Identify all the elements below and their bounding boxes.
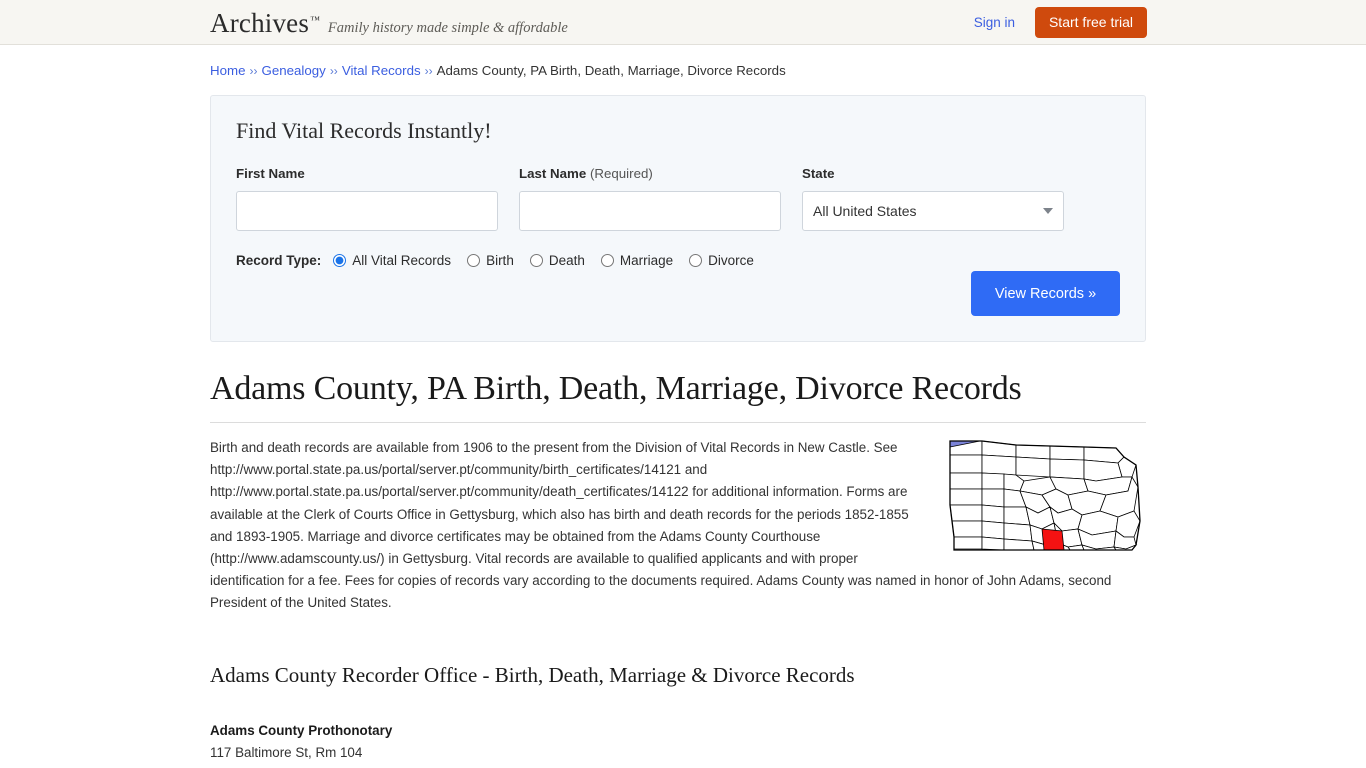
trademark-symbol: ™ bbox=[310, 15, 320, 26]
start-free-trial-button[interactable]: Start free trial bbox=[1034, 7, 1147, 38]
breadcrumb-item-vital-records[interactable]: Vital Records bbox=[342, 63, 421, 78]
record-type-radio-all[interactable] bbox=[333, 254, 347, 267]
state-select[interactable]: All United States bbox=[802, 191, 1064, 231]
description-block: Birth and death records are available fr… bbox=[210, 437, 1146, 615]
office-address-line2: Gettysburg, PA 17325 bbox=[210, 765, 1146, 768]
record-type-option-all[interactable]: All Vital Records bbox=[333, 253, 451, 268]
page-title: Adams County, PA Birth, Death, Marriage,… bbox=[210, 370, 1022, 407]
record-type-option-death-label: Death bbox=[548, 253, 585, 268]
brand-name: Archives bbox=[210, 8, 310, 38]
breadcrumb-separator: ›› bbox=[424, 64, 433, 78]
recorder-office-subheading: Adams County Recorder Office - Birth, De… bbox=[210, 662, 855, 687]
vital-records-search-panel: Find Vital Records Instantly! First Name… bbox=[210, 95, 1146, 342]
breadcrumb-separator: ›› bbox=[329, 64, 338, 78]
office-name: Adams County Prothonotary bbox=[210, 722, 393, 738]
breadcrumb-item-genealogy[interactable]: Genealogy bbox=[261, 63, 325, 78]
last-name-field-group: Last Name (Required) bbox=[519, 166, 781, 231]
record-type-option-marriage[interactable]: Marriage bbox=[600, 253, 674, 268]
header-actions: Sign in Start free trial bbox=[974, 0, 1147, 45]
breadcrumb-item-home[interactable]: Home bbox=[210, 63, 245, 78]
record-type-option-death[interactable]: Death bbox=[529, 253, 585, 268]
record-type-option-marriage-label: Marriage bbox=[619, 253, 674, 268]
last-name-label-text: Last Name bbox=[519, 166, 587, 181]
search-panel-title: Find Vital Records Instantly! bbox=[236, 118, 492, 143]
record-type-option-divorce-label: Divorce bbox=[708, 253, 754, 268]
breadcrumb-item-current: Adams County, PA Birth, Death, Marriage,… bbox=[436, 63, 786, 78]
first-name-label: First Name bbox=[236, 166, 305, 181]
last-name-label: Last Name (Required) bbox=[519, 166, 781, 181]
last-name-input[interactable] bbox=[519, 191, 781, 231]
title-divider bbox=[210, 422, 1146, 423]
first-name-input[interactable] bbox=[236, 191, 498, 231]
record-type-row: Record Type: All Vital Records Birth Dea… bbox=[236, 253, 1120, 268]
sign-in-link[interactable]: Sign in bbox=[974, 15, 1015, 30]
site-header: Archives ™ Family history made simple & a… bbox=[0, 0, 1366, 45]
office-info-block: Adams County Prothonotary 117 Baltimore … bbox=[210, 720, 1146, 768]
breadcrumb: Home ›› Genealogy ›› Vital Records ›› Adams Co… bbox=[210, 63, 1146, 78]
office-address-line1: 117 Baltimore St, Rm 104 bbox=[210, 745, 363, 761]
site-logo[interactable]: Archives ™ Family history made simple & a… bbox=[210, 8, 568, 39]
record-type-radio-birth[interactable] bbox=[467, 254, 481, 267]
last-name-required-note: (Required) bbox=[589, 166, 653, 181]
record-type-radio-marriage[interactable] bbox=[600, 254, 614, 267]
search-fields-row: First Name Last Name (Required) State Al… bbox=[236, 166, 1120, 231]
record-type-option-all-label: All Vital Records bbox=[352, 253, 452, 268]
record-type-option-birth-label: Birth bbox=[486, 253, 514, 268]
record-type-radio-divorce[interactable] bbox=[689, 254, 703, 267]
view-records-button[interactable]: View Records » bbox=[971, 271, 1120, 316]
record-type-label: Record Type: bbox=[236, 253, 322, 268]
breadcrumb-separator: ›› bbox=[249, 64, 258, 78]
pennsylvania-county-map-image bbox=[946, 437, 1146, 555]
first-name-field-group: First Name bbox=[236, 166, 498, 231]
brand-tagline: Family history made simple & affordable bbox=[327, 20, 568, 36]
state-label: State bbox=[802, 166, 835, 181]
state-field-group: State All United States bbox=[802, 166, 1064, 231]
record-type-radio-death[interactable] bbox=[529, 254, 543, 267]
record-type-option-divorce[interactable]: Divorce bbox=[689, 253, 754, 268]
record-type-option-birth[interactable]: Birth bbox=[467, 253, 514, 268]
